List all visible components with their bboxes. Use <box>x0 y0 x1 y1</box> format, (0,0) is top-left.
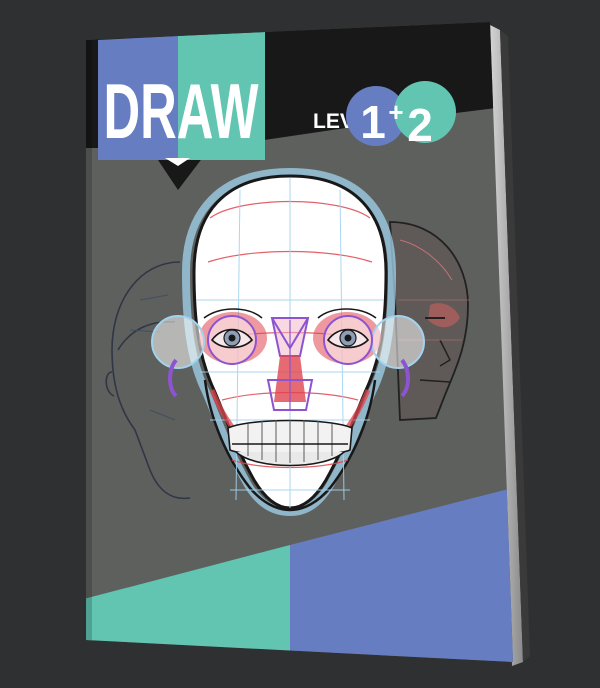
book-cover-illustration: DRAW LEVEL 1 + 2 <box>80 15 530 675</box>
cover-sheen <box>80 15 520 675</box>
cover-hinge <box>86 40 92 640</box>
